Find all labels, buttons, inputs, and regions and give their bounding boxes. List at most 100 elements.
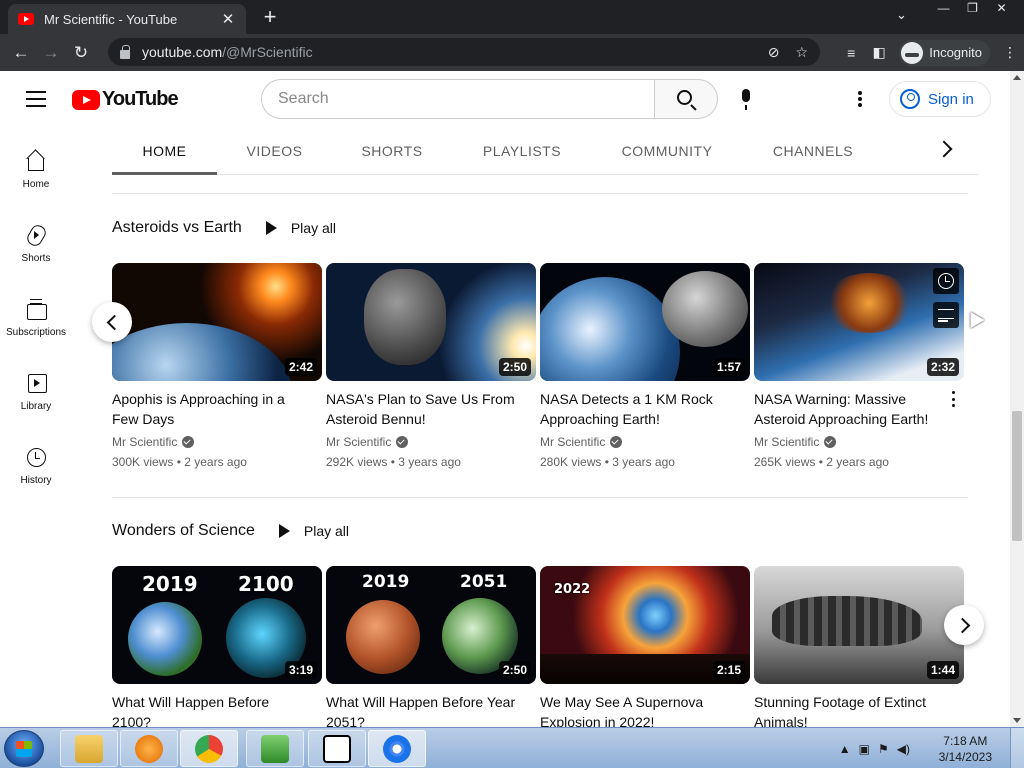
video-card[interactable]: 1:44 Stunning Footage of Extinct Animals…: [754, 566, 964, 732]
reload-icon[interactable]: ↻: [66, 43, 96, 63]
tab-videos[interactable]: VIDEOS: [232, 127, 317, 175]
video-thumbnail[interactable]: 2:50: [326, 263, 536, 381]
video-title[interactable]: We May See A Supernova Explosion in 2022…: [540, 692, 750, 732]
add-to-queue-icon[interactable]: [933, 302, 959, 328]
video-thumbnail[interactable]: 2:32: [754, 263, 964, 381]
channel-name[interactable]: Mr Scientific: [754, 435, 964, 449]
close-window-icon[interactable]: ✕: [987, 0, 1016, 18]
settings-kebab-icon[interactable]: [858, 91, 862, 107]
earth-image: [540, 277, 680, 381]
channel-name[interactable]: Mr Scientific: [112, 435, 322, 449]
channel-name[interactable]: Mr Scientific: [326, 435, 536, 449]
video-card[interactable]: 2019 2100 3:19 What Will Happen Before 2…: [112, 566, 322, 732]
address-bar[interactable]: youtube.com/@MrScientific ⊘ ☆: [108, 38, 820, 66]
tab-channels[interactable]: CHANNELS: [762, 127, 864, 175]
incognito-icon: [901, 41, 924, 64]
restore-icon[interactable]: ❐: [958, 0, 987, 18]
eye-off-icon[interactable]: ⊘: [768, 44, 780, 61]
youtube-logo[interactable]: YouTube: [72, 88, 179, 111]
carousel-next-button[interactable]: [944, 605, 984, 645]
guide-label: Shorts: [21, 253, 51, 264]
chevron-right-icon[interactable]: [935, 140, 953, 158]
network-icon[interactable]: ▣: [859, 742, 870, 756]
scroll-up-icon[interactable]: [1013, 75, 1021, 80]
browser-menu-icon[interactable]: ⋮: [996, 44, 1024, 61]
guide-item-home[interactable]: Home: [0, 149, 72, 190]
search-button[interactable]: [654, 79, 718, 119]
tab-shorts[interactable]: SHORTS: [352, 127, 432, 175]
channel-name-text: Mr Scientific: [540, 435, 606, 449]
taskbar-chrome[interactable]: [180, 730, 238, 767]
side-panel-icon[interactable]: ◧: [865, 44, 893, 61]
browser-tab[interactable]: Mr Scientific - YouTube ✕: [8, 4, 246, 34]
video-title[interactable]: What Will Happen Before 2100?: [112, 692, 322, 732]
play-all-button[interactable]: Play all: [278, 523, 349, 539]
guide-item-history[interactable]: History: [0, 445, 72, 486]
scroll-down-icon[interactable]: [1013, 718, 1021, 723]
video-title[interactable]: NASA's Plan to Save Us From Asteroid Ben…: [326, 389, 536, 429]
shelf-title[interactable]: Asteroids vs Earth: [112, 219, 242, 237]
video-card[interactable]: 2019 2051 2:50 What Will Happen Before Y…: [326, 566, 536, 732]
volume-icon[interactable]: ◀): [897, 742, 910, 756]
video-card[interactable]: 1:57 NASA Detects a 1 KM Rock Approachin…: [540, 263, 750, 469]
page-scrollbar[interactable]: [1010, 71, 1024, 727]
hamburger-menu-icon[interactable]: [26, 91, 46, 107]
guide-item-library[interactable]: Library: [0, 371, 72, 412]
video-thumbnail[interactable]: 2022 2:15: [540, 566, 750, 684]
system-clock[interactable]: 7:18 AM 3/14/2023: [939, 733, 992, 765]
video-card[interactable]: 2022 2:15 We May See A Supernova Explosi…: [540, 566, 750, 732]
play-all-button[interactable]: Play all: [265, 220, 336, 236]
video-title[interactable]: Apophis is Approaching in a Few Days: [112, 389, 322, 429]
show-desktop-button[interactable]: [1010, 728, 1024, 768]
minimize-icon[interactable]: —: [929, 0, 958, 18]
taskbar-7zip[interactable]: [308, 730, 366, 767]
back-icon[interactable]: ←: [6, 43, 36, 63]
video-title[interactable]: What Will Happen Before Year 2051?: [326, 692, 536, 732]
video-menu-kebab-icon[interactable]: [952, 391, 956, 407]
action-center-flag-icon[interactable]: ⚑: [878, 742, 889, 756]
url-text[interactable]: youtube.com/@MrScientific: [142, 44, 752, 60]
video-thumbnail[interactable]: 2019 2100 3:19: [112, 566, 322, 684]
channel-tabs: HOME VIDEOS SHORTS PLAYLISTS COMMUNITY C…: [112, 127, 978, 175]
bookmark-star-icon[interactable]: ☆: [795, 44, 808, 61]
scrollbar-thumb[interactable]: [1012, 411, 1022, 541]
shelf-title[interactable]: Wonders of Science: [112, 522, 255, 540]
taskbar-media-player[interactable]: [120, 730, 178, 767]
video-title[interactable]: NASA Warning: Massive Asteroid Approachi…: [754, 389, 964, 429]
taskbar-chrome-window[interactable]: [368, 730, 426, 767]
tab-playlists[interactable]: PLAYLISTS: [472, 127, 572, 175]
taskbar-explorer[interactable]: [60, 730, 118, 767]
new-tab-button[interactable]: +: [258, 5, 282, 29]
verified-check-icon: [824, 436, 837, 448]
channel-name[interactable]: Mr Scientific: [540, 435, 750, 449]
search-input[interactable]: [261, 79, 654, 119]
tab-search-dropdown-icon[interactable]: ⌄: [896, 7, 907, 23]
play-icon: [265, 221, 277, 235]
tray-expand-icon[interactable]: ▲: [839, 742, 851, 756]
lock-icon[interactable]: [120, 44, 130, 59]
watch-later-icon[interactable]: [933, 268, 959, 294]
guide-item-subscriptions[interactable]: Subscriptions: [0, 297, 72, 338]
video-card[interactable]: 2:32 NASA Warning: Massive Asteroid Appr…: [754, 263, 964, 469]
incognito-indicator[interactable]: Incognito: [899, 39, 990, 66]
tab-community[interactable]: COMMUNITY: [612, 127, 722, 175]
tab-close-icon[interactable]: ✕: [220, 10, 236, 28]
video-thumbnail[interactable]: 1:44: [754, 566, 964, 684]
sign-in-button[interactable]: Sign in: [889, 81, 991, 117]
taskbar-csharp[interactable]: [246, 730, 304, 767]
video-thumbnail[interactable]: 1:57: [540, 263, 750, 381]
media-queue-icon[interactable]: ≡: [837, 45, 865, 61]
video-title[interactable]: NASA Detects a 1 KM Rock Approaching Ear…: [540, 389, 750, 429]
folder-icon: [75, 735, 103, 763]
video-title[interactable]: Stunning Footage of Extinct Animals!: [754, 692, 964, 732]
start-button[interactable]: [4, 730, 44, 767]
video-thumbnail[interactable]: 2:42: [112, 263, 322, 381]
video-thumbnail[interactable]: 2019 2051 2:50: [326, 566, 536, 684]
forward-icon[interactable]: →: [36, 43, 66, 63]
tab-home[interactable]: HOME: [112, 127, 217, 175]
microphone-icon[interactable]: [738, 89, 754, 111]
video-card[interactable]: 2:50 NASA's Plan to Save Us From Asteroi…: [326, 263, 536, 469]
video-card[interactable]: 2:42 Apophis is Approaching in a Few Day…: [112, 263, 322, 469]
carousel-prev-button[interactable]: [92, 302, 132, 342]
guide-item-shorts[interactable]: Shorts: [0, 223, 72, 264]
